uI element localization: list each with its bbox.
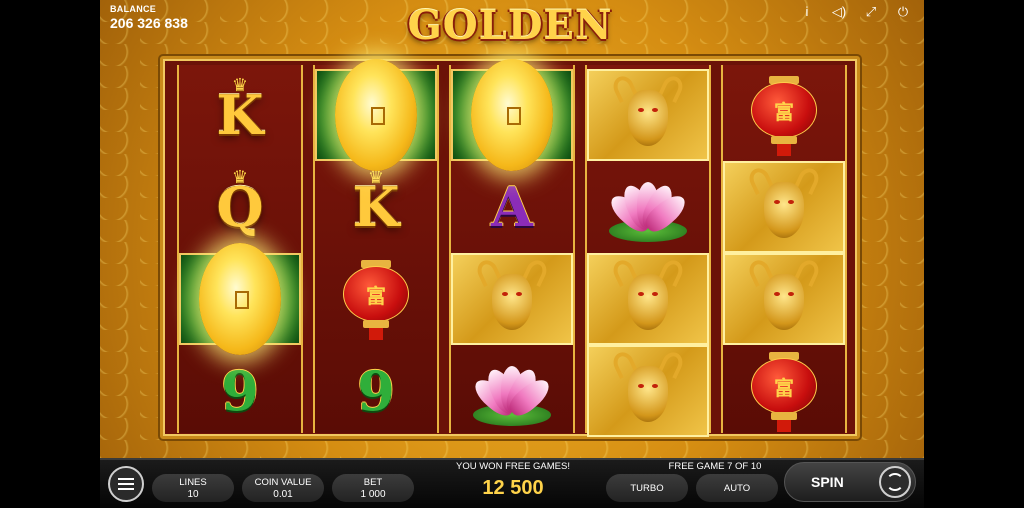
reel-4 <box>585 65 711 437</box>
symbol-k: ♛ K <box>315 161 437 253</box>
crown-icon: ♛ <box>231 75 249 95</box>
reels-frame: ♛ K ♛ Q 9 ♛ K 富 9 A 富富 <box>160 56 860 439</box>
symbol-ox <box>587 253 709 345</box>
lantern-icon: 富 <box>747 74 821 156</box>
ox-head-icon <box>609 256 687 338</box>
spin-label: SPIN <box>811 474 844 490</box>
bet-value: 1 000 <box>360 489 386 500</box>
hamburger-icon <box>118 478 134 490</box>
balance-value: 206 326 838 <box>110 15 188 31</box>
balance-label: BALANCE <box>110 4 157 14</box>
auto-label: AUTO <box>723 483 751 494</box>
game-logo: GOLDEN OX <box>407 2 613 96</box>
bet-label: BET <box>363 477 383 488</box>
refresh-icon <box>886 473 904 491</box>
symbol-ox <box>587 69 709 161</box>
right-letterbox <box>924 0 1024 508</box>
symbol-ox <box>723 161 845 253</box>
symbol-ox <box>723 253 845 345</box>
crown-icon: ♛ <box>231 167 249 187</box>
coin-value: 0.01 <box>273 489 293 500</box>
fullscreen-icon[interactable]: ⤢ <box>862 4 880 20</box>
symbol-letter: 9 <box>357 359 395 423</box>
auto-button[interactable]: AUTO <box>696 474 778 502</box>
reel-1: ♛ K ♛ Q 9 <box>177 65 303 433</box>
symbol-coin <box>451 59 573 171</box>
win-amount: 12 500 <box>482 477 544 499</box>
coin-value-label: COIN VALUE <box>254 477 312 488</box>
lines-selector[interactable]: LINES 10 <box>152 474 234 502</box>
turbo-label: TURBO <box>630 483 664 494</box>
ox-head-icon <box>609 72 687 154</box>
ox-head-icon <box>745 256 823 338</box>
symbol-letter: 9 <box>221 359 259 423</box>
lantern-icon: 富 <box>339 258 413 340</box>
symbol-ox <box>451 253 573 345</box>
balance-display: BALANCE 206 326 838 <box>110 4 188 31</box>
symbol-lantern: 富 <box>723 345 845 437</box>
gold-coin-icon <box>199 243 281 355</box>
free-game-counter: FREE GAME 7 OF 10 <box>668 461 762 472</box>
symbol-ox <box>587 345 709 437</box>
ox-head-icon <box>609 348 687 430</box>
left-letterbox <box>0 0 100 508</box>
symbol-9: 9 <box>315 345 437 437</box>
symbol-letter: A <box>491 175 533 239</box>
bet-selector[interactable]: BET 1 000 <box>332 474 414 502</box>
top-toolbar: i ◁) ⤢ ⏻ <box>798 4 912 20</box>
symbol-k: ♛ K <box>179 69 301 161</box>
symbol-coin <box>315 59 437 171</box>
symbol-lantern: 富 <box>315 253 437 345</box>
gold-coin-icon <box>471 59 553 171</box>
reel-5: 富富 <box>721 65 847 433</box>
coin-value-selector[interactable]: COIN VALUE 0.01 <box>242 474 324 502</box>
symbol-9: 9 <box>179 345 301 437</box>
symbol-a: A <box>451 161 573 253</box>
symbol-lotus <box>451 345 573 437</box>
info-icon[interactable]: i <box>798 4 816 20</box>
power-icon[interactable]: ⏻ <box>894 4 912 20</box>
menu-button[interactable] <box>108 466 144 502</box>
symbol-lantern: 富 <box>723 69 845 161</box>
reel-3: A <box>449 59 575 433</box>
lines-value: 10 <box>187 489 199 500</box>
spin-circle <box>879 466 911 498</box>
gold-coin-icon <box>335 59 417 171</box>
symbol-q: ♛ Q <box>179 161 301 253</box>
sound-icon[interactable]: ◁) <box>830 4 848 20</box>
spin-button[interactable]: SPIN <box>784 462 916 502</box>
ox-head-icon <box>745 164 823 246</box>
ox-head-icon <box>473 256 551 338</box>
turbo-button[interactable]: TURBO <box>606 474 688 502</box>
win-message: YOU WON FREE GAMES! <box>455 461 570 472</box>
reel-2: ♛ K 富 9 <box>313 59 439 433</box>
symbol-coin <box>179 243 301 355</box>
lantern-icon: 富 <box>747 350 821 432</box>
symbol-lotus <box>587 161 709 253</box>
lines-label: LINES <box>179 477 207 488</box>
lotus-icon <box>603 172 693 242</box>
lotus-icon <box>467 356 557 426</box>
